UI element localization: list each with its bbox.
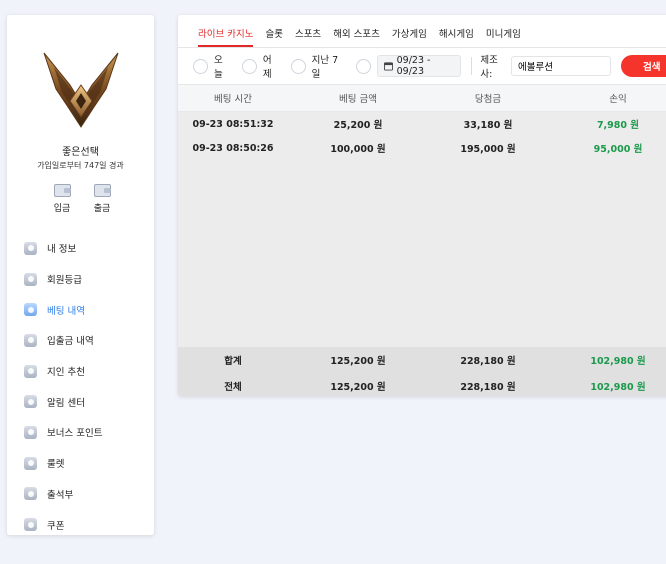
bet-amount: 25,200 원 [333,120,383,131]
tab-overseas-sports[interactable]: 해외 스포츠 [333,26,380,47]
deposit-button[interactable]: 입금 [44,183,80,214]
withdraw-button[interactable]: 출금 [84,183,120,214]
withdraw-label: 출금 [93,204,111,214]
table-row: 09-23 08:50:26 100,000 원 195,000 원 95,00… [178,136,666,160]
username: 좋은선택 [62,147,99,158]
today-radio[interactable] [193,58,208,74]
table-body: 09-23 08:51:32 25,200 원 33,180 원 7,980 원… [178,112,666,347]
sidebar-item-transactions[interactable]: 입출금 내역 [7,325,154,356]
tab-virtual-games[interactable]: 가상게임 [392,26,427,47]
bet-amount: 100,000 원 [330,144,386,155]
total-label: 전체 [224,382,242,393]
sidebar-menu: 내 정보 회원등급 베팅 내역 입출금 내역 지인 추천 알림 센터 보너스 포… [7,233,154,540]
custom-range-radio[interactable] [355,58,371,74]
profit: 7,980 원 [596,120,640,131]
column-header-bet-amount: 베팅 금액 [339,94,377,105]
winnings: 195,000 원 [460,144,516,155]
table-header: 베팅 시간 베팅 금액 당첨금 손익 [178,85,666,112]
column-header-profit: 손익 [609,94,627,105]
sidebar-item-notifications[interactable]: 알림 센터 [7,386,154,417]
date-range-picker[interactable]: 09/23 - 09/23 [376,55,462,77]
table-row: 09-23 08:51:32 25,200 원 33,180 원 7,980 원 [178,112,666,136]
betting-history-icon [24,303,37,317]
chat-icon [24,395,37,409]
sidebar-item-label: 회원등급 [47,275,82,287]
sidebar-item-label: 알림 센터 [47,397,85,409]
total-profit: 102,980 원 [590,382,646,393]
membership-duration: 가입일로부터 747일 경과 [37,161,124,170]
subtotal-winnings: 228,180 원 [460,356,516,367]
sidebar-item-label: 쿠폰 [47,520,65,532]
last-7-days-label: 지난 7일 [311,55,339,80]
total-row: 전체 125,200 원 228,180 원 102,980 원 [178,373,666,396]
sidebar-item-label: 베팅 내역 [47,305,85,317]
rank-emblem-icon [43,52,119,128]
subtotal-profit: 102,980 원 [590,356,646,367]
divider [471,57,473,75]
user-icon [24,241,37,255]
filter-bar: 오늘 어제 지난 7일 09/23 - 09/23 제조사: 검색 [178,48,666,85]
sidebar-item-bonus-points[interactable]: 보너스 포인트 [7,417,154,448]
tab-slot[interactable]: 슬롯 [265,26,282,47]
calendar-icon [383,62,393,71]
profit: 95,000 원 [593,144,643,155]
total-winnings: 228,180 원 [460,382,516,393]
sidebar-item-roulette[interactable]: 룰렛 [7,448,154,479]
betting-history-panel: 라이브 카지노 슬롯 스포츠 해외 스포츠 가상게임 해시게임 미니게임 오늘 … [178,15,666,396]
sidebar-item-label: 내 정보 [47,244,77,256]
coupon-icon [24,518,37,532]
bet-time: 09-23 08:51:32 [192,118,274,130]
bet-time: 09-23 08:50:26 [192,142,274,154]
sidebar-item-label: 룰렛 [47,459,65,471]
sidebar-item-betting-history[interactable]: 베팅 내역 [7,294,154,325]
game-tabs: 라이브 카지노 슬롯 스포츠 해외 스포츠 가상게임 해시게임 미니게임 [178,15,666,48]
sidebar-item-grade[interactable]: 회원등급 [7,264,154,295]
points-icon [24,425,37,439]
yesterday-radio[interactable] [241,58,257,74]
sidebar-item-referral[interactable]: 지인 추천 [7,356,154,387]
search-button[interactable]: 검색 [621,55,666,77]
provider-input[interactable] [511,56,612,76]
attendance-icon [24,487,37,501]
sidebar-item-label: 입출금 내역 [47,336,94,348]
grade-icon [24,272,37,286]
sidebar-item-coupon[interactable]: 쿠폰 [7,509,154,540]
wallet-icon [24,333,37,347]
last-7-days-radio[interactable] [290,58,306,74]
sidebar-item-label: 출석부 [47,489,74,501]
total-bet: 125,200 원 [330,382,386,393]
withdraw-icon [93,184,111,197]
column-header-winnings: 당첨금 [474,94,502,105]
tab-mini-games[interactable]: 미니게임 [486,26,521,47]
subtotal-bet: 125,200 원 [330,356,386,367]
today-label: 오늘 [214,55,223,80]
sidebar-item-label: 지인 추천 [47,367,85,379]
subtotal-label: 합계 [224,356,242,367]
deposit-label: 입금 [53,204,71,214]
column-header-bet-time: 베팅 시간 [214,94,252,105]
subtotal-row: 합계 125,200 원 228,180 원 102,980 원 [178,347,666,373]
sidebar-item-attendance[interactable]: 출석부 [7,479,154,510]
yesterday-label: 어제 [262,55,272,80]
sidebar-item-label: 보너스 포인트 [47,428,103,440]
tab-live-casino[interactable]: 라이브 카지노 [198,26,254,47]
provider-label: 제조사: [480,55,498,80]
roulette-icon [24,456,37,470]
deposit-icon [53,184,71,197]
referral-icon [24,364,37,378]
sidebar-item-my-info[interactable]: 내 정보 [7,233,154,264]
sidebar: 좋은선택 가입일로부터 747일 경과 입금 출금 내 정보 회원등급 베팅 내… [7,15,154,535]
tab-hash-games[interactable]: 해시게임 [439,26,474,47]
winnings: 33,180 원 [463,120,513,131]
date-range-value: 09/23 - 09/23 [396,55,431,77]
tab-sports[interactable]: 스포츠 [295,26,321,47]
